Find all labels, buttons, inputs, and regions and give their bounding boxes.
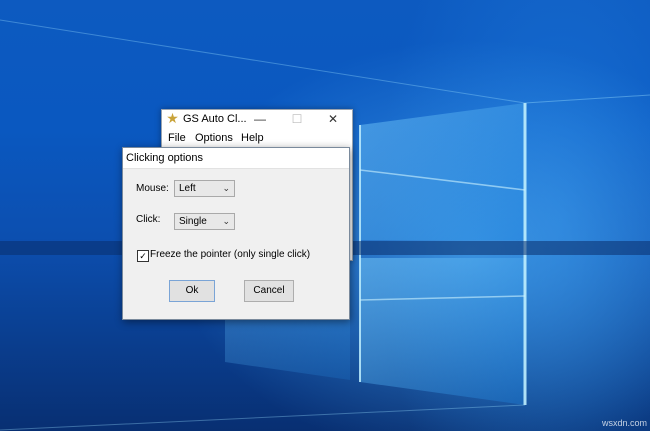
chevron-down-icon: ⌄ [222,216,230,226]
window-titlebar[interactable]: ★ GS Auto Cl... — ☐ ✕ [162,110,352,129]
mouse-select-value: Left [179,183,196,194]
checkmark-icon: ✓ [139,251,147,261]
dialog-title: Clicking options [126,152,204,164]
dialog-titlebar[interactable]: Clicking options [123,148,349,169]
close-button[interactable]: ✕ [319,110,347,129]
freeze-pointer-checkbox[interactable]: ✓ [137,250,149,262]
minimize-button[interactable]: — [246,110,274,129]
click-label: Click: [136,214,161,225]
ok-button[interactable]: Ok [169,280,215,302]
star-icon: ★ [166,110,179,126]
maximize-button[interactable]: ☐ [283,110,311,129]
menu-options[interactable]: Options [195,132,233,144]
menu-help[interactable]: Help [241,132,264,144]
menu-bar: File Options Help [162,129,352,147]
cancel-button[interactable]: Cancel [244,280,294,302]
watermark-text: wsxdn.com [602,418,648,428]
click-type-select[interactable]: Single ⌄ [174,213,235,230]
click-select-value: Single [179,216,207,227]
chevron-down-icon: ⌄ [222,183,230,193]
mouse-label: Mouse: [136,183,169,194]
mouse-button-select[interactable]: Left ⌄ [174,180,235,197]
window-title: GS Auto Cl... [183,113,247,125]
clicking-options-dialog: Clicking options Mouse: Left ⌄ Click: Si… [122,147,350,320]
menu-file[interactable]: File [168,132,186,144]
freeze-pointer-label[interactable]: Freeze the pointer (only single click) [150,249,310,260]
